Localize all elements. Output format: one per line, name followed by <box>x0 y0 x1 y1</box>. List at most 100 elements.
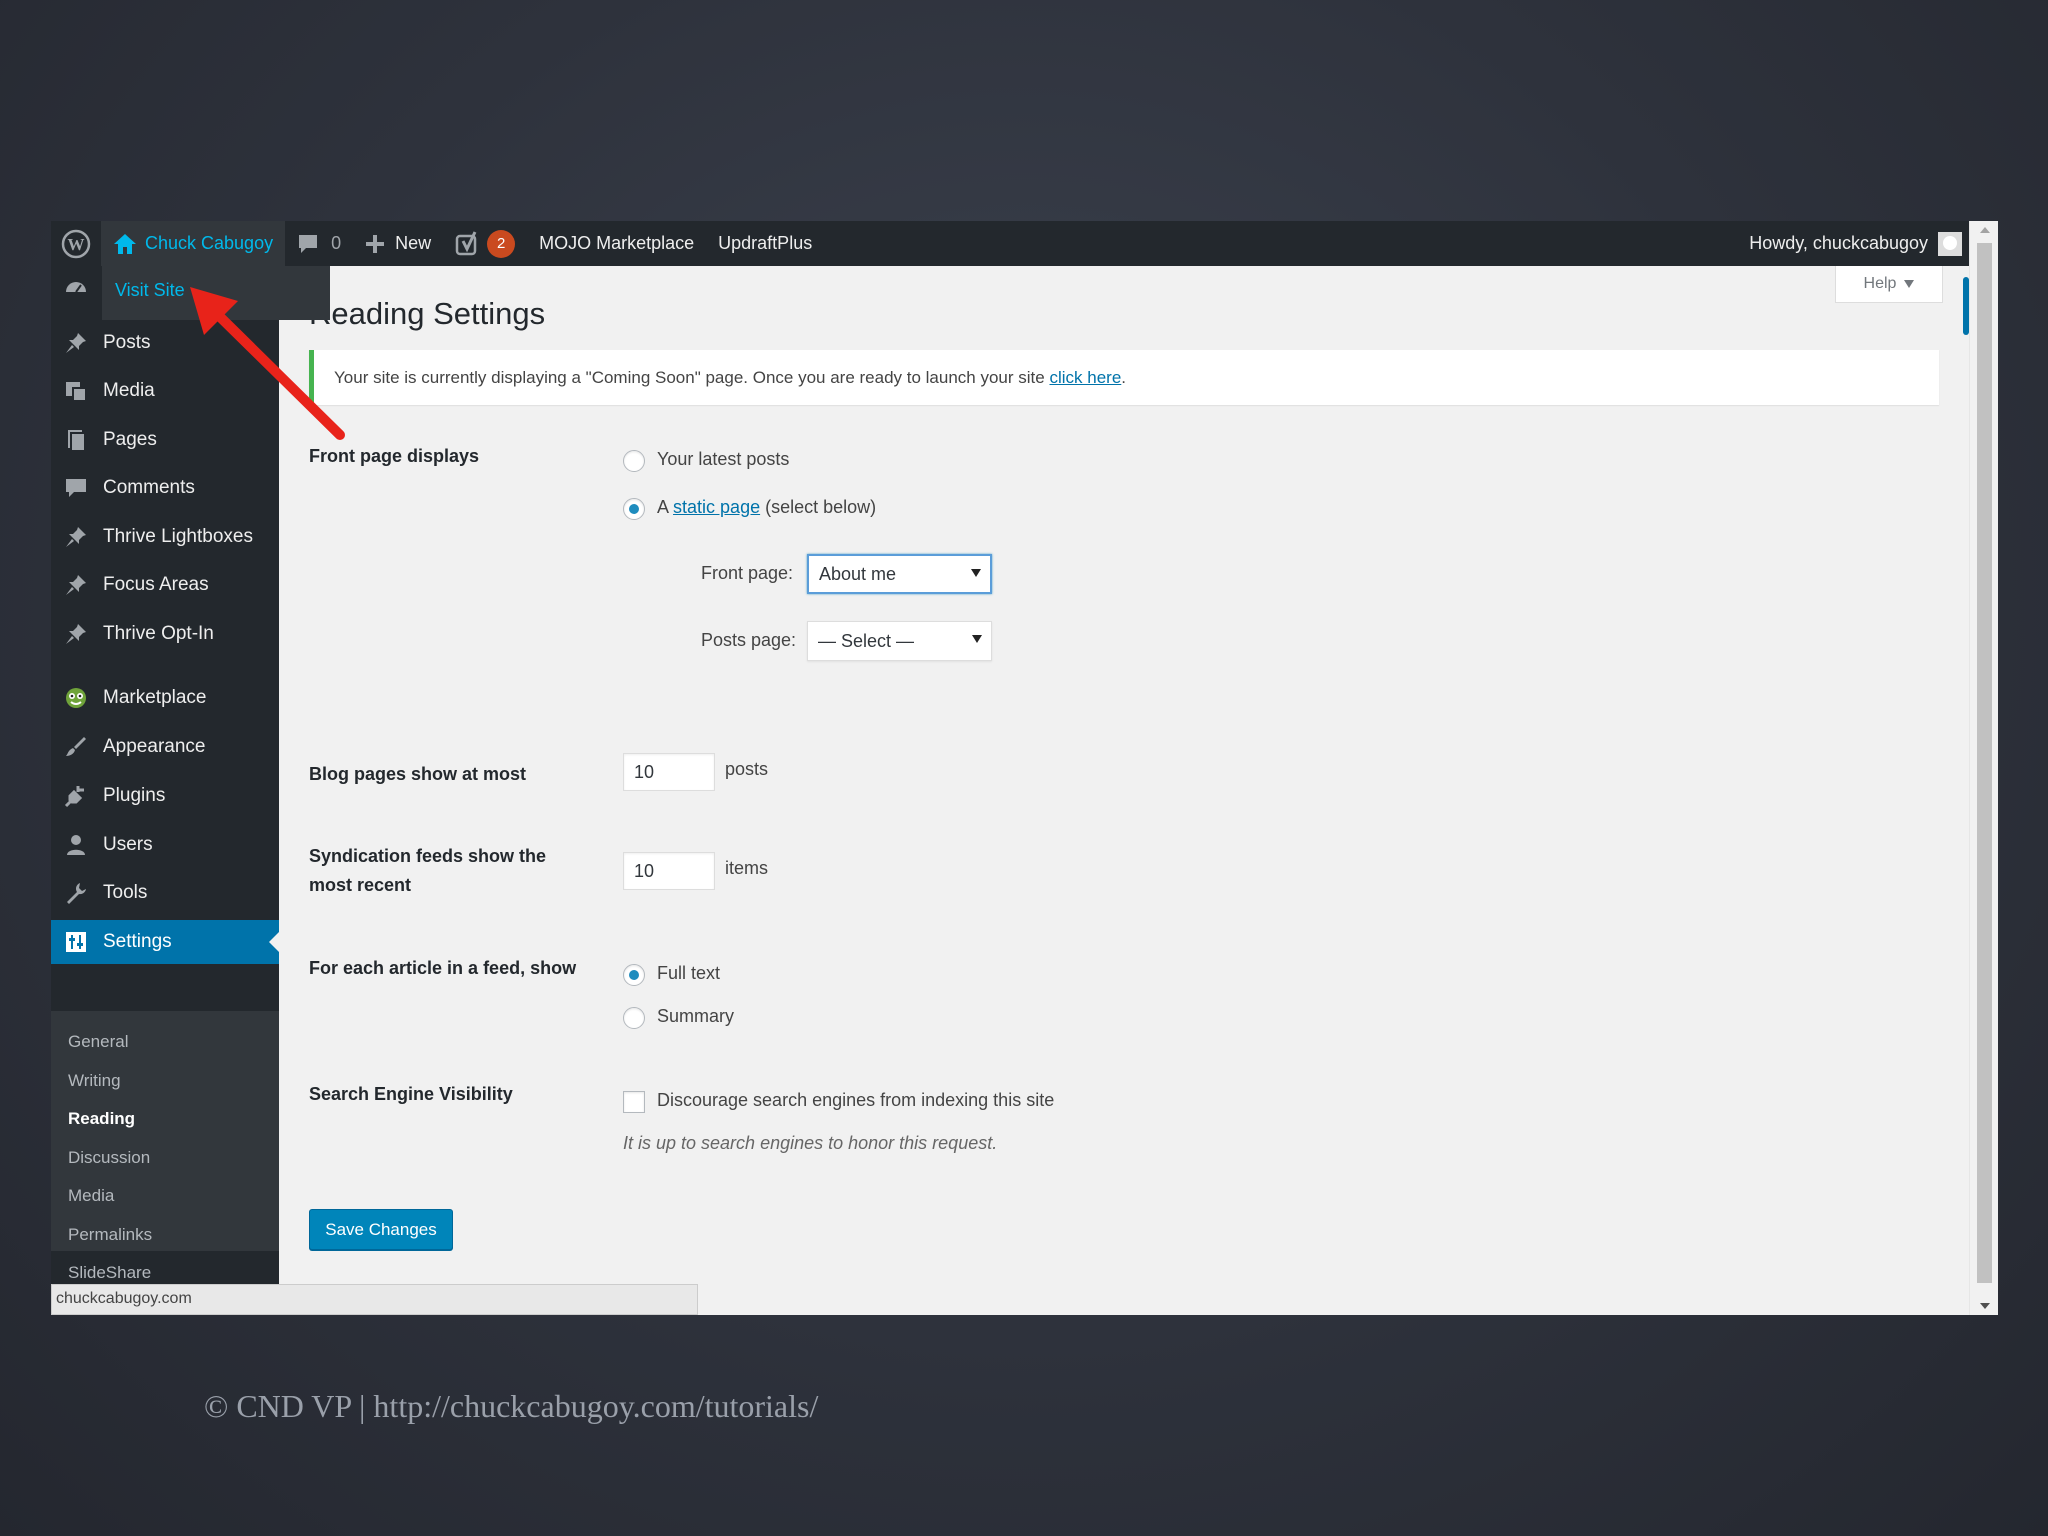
help-label: Help <box>1863 275 1897 292</box>
comments-count: 0 <box>331 233 342 253</box>
submenu-reading[interactable]: Reading <box>68 1109 135 1129</box>
settings-icon <box>63 929 89 955</box>
search-visibility-label: Search Engine Visibility <box>309 1084 513 1104</box>
pin-icon <box>63 572 89 598</box>
submenu-writing[interactable]: Writing <box>68 1071 121 1091</box>
settings-submenu: General Writing Reading Discussion Media… <box>51 1011 279 1282</box>
posts-page-select[interactable]: — Select — <box>807 621 992 661</box>
site-name: Chuck Cabugoy <box>145 233 274 253</box>
comments-icon <box>63 475 89 501</box>
sidebar-item-marketplace[interactable]: Marketplace <box>51 676 279 720</box>
discourage-search-label: Discourage search engines from indexing … <box>657 1090 1055 1110</box>
sidebar-item-label: Users <box>103 834 153 855</box>
sidebar-item-label: Comments <box>103 477 195 498</box>
sidebar-item-label: Thrive Opt-In <box>103 623 214 644</box>
main-content: Help Reading Settings Your site is curre… <box>279 266 1969 1315</box>
yoast-menu[interactable]: 2 <box>443 221 527 266</box>
tools-icon <box>63 880 89 906</box>
radio-summary-label: Summary <box>657 1006 735 1026</box>
comments-menu[interactable]: 0 <box>285 221 353 266</box>
pages-icon <box>63 427 89 453</box>
sidebar-item-label: Posts <box>103 332 151 353</box>
wordpress-logo-icon[interactable]: W <box>51 221 101 266</box>
radio-summary[interactable] <box>623 1007 645 1029</box>
notice-end: . <box>1121 367 1127 387</box>
updraftplus-menu[interactable]: UpdraftPlus <box>706 221 824 266</box>
marketplace-icon <box>63 685 89 711</box>
discourage-note: It is up to search engines to honor this… <box>623 1133 998 1153</box>
notice-link[interactable]: click here <box>1049 368 1121 388</box>
sidebar-item-label: Focus Areas <box>103 574 209 595</box>
front-page-select-label: Front page: <box>701 563 794 583</box>
sidebar-item-plugins[interactable]: Plugins <box>51 774 279 818</box>
discourage-search-checkbox[interactable] <box>623 1091 645 1113</box>
static-prefix: A <box>657 497 669 517</box>
posts-page-select-label: Posts page: <box>701 630 797 650</box>
notification-badge: 2 <box>487 229 516 258</box>
radio-static-page-label: A static page (select below) <box>657 497 876 518</box>
syndication-label-line-1: Syndication feeds show the <box>309 846 547 866</box>
account-menu[interactable]: Howdy, chuckcabugoy <box>1749 231 1998 256</box>
scroll-up-arrow-icon[interactable] <box>1980 227 1990 233</box>
mojo-marketplace-menu[interactable]: MOJO Marketplace <box>527 221 706 266</box>
scroll-thumb[interactable] <box>1977 243 1992 1283</box>
pin-icon <box>63 621 89 647</box>
sidebar-item-tools[interactable]: Tools <box>51 871 279 915</box>
submenu-slideshare[interactable]: SlideShare <box>68 1263 151 1283</box>
radio-full-text[interactable] <box>623 964 645 986</box>
status-url: chuckcabugoy.com <box>56 1290 192 1307</box>
help-tab[interactable]: Help <box>1835 266 1943 303</box>
admin-bar: W Chuck Cabugoy 0 New 2 MOJO Marketplace… <box>51 221 1998 266</box>
caret-down-icon <box>1904 280 1915 288</box>
new-label: New <box>395 233 432 253</box>
chevron-down-icon <box>971 569 981 577</box>
submenu-permalinks[interactable]: Permalinks <box>68 1225 152 1245</box>
chevron-down-icon <box>972 635 982 643</box>
sidebar-item-comments[interactable]: Comments <box>51 466 279 510</box>
posts-page-select-value: — Select — <box>818 630 915 651</box>
submenu-general[interactable]: General <box>68 1032 128 1052</box>
pin-icon <box>63 524 89 550</box>
comment-bubble-icon <box>299 234 318 253</box>
notice-text: Your site is currently displaying a "Com… <box>334 367 1045 387</box>
submenu-media[interactable]: Media <box>68 1186 114 1206</box>
dashboard-icon <box>63 275 89 301</box>
front-page-select[interactable]: About me <box>807 554 992 594</box>
appearance-icon <box>63 734 89 760</box>
save-changes-button[interactable]: Save Changes <box>309 1209 453 1250</box>
front-page-select-value: About me <box>819 563 897 584</box>
sidebar-item-thrive-opt-in[interactable]: Thrive Opt-In <box>51 612 279 656</box>
sidebar-item-settings[interactable]: Settings <box>51 920 279 964</box>
annotation-arrow-icon <box>190 287 345 440</box>
sidebar-item-thrive-lightboxes[interactable]: Thrive Lightboxes <box>51 515 279 559</box>
site-name-menu[interactable]: Chuck Cabugoy <box>101 221 286 266</box>
sidebar-item-label: Pages <box>103 429 157 450</box>
scrollbar[interactable] <box>1969 221 1998 1315</box>
sidebar-item-label: Plugins <box>103 785 166 806</box>
sidebar-item-focus-areas[interactable]: Focus Areas <box>51 563 279 607</box>
sidebar-item-users[interactable]: Users <box>51 823 279 867</box>
radio-latest-posts[interactable] <box>623 450 645 472</box>
home-icon <box>114 233 136 254</box>
new-content-menu[interactable]: New <box>353 221 443 266</box>
scroll-down-arrow-icon[interactable] <box>1980 1303 1990 1309</box>
posts-per-rss-input[interactable]: 10 <box>623 852 715 890</box>
syndication-label-line-2: most recent <box>309 875 412 895</box>
users-icon <box>63 832 89 858</box>
sidebar-item-label: Settings <box>103 931 172 952</box>
svg-text:W: W <box>68 235 85 254</box>
sidebar-item-label: Appearance <box>103 736 206 757</box>
static-page-link[interactable]: static page <box>673 497 760 517</box>
pin-icon <box>63 330 89 356</box>
visit-site-link[interactable]: Visit Site <box>115 280 185 300</box>
sidebar-item-label: Tools <box>103 882 148 903</box>
radio-latest-posts-label: Your latest posts <box>657 449 790 469</box>
sidebar-item-appearance[interactable]: Appearance <box>51 725 279 769</box>
blog-pages-label: Blog pages show at most <box>309 764 527 784</box>
submenu-discussion[interactable]: Discussion <box>68 1148 150 1168</box>
plus-icon <box>366 234 385 253</box>
posts-per-page-input[interactable]: 10 <box>623 753 715 791</box>
static-suffix: (select below) <box>765 497 877 517</box>
radio-static-page[interactable] <box>623 498 645 520</box>
coming-soon-notice: Your site is currently displaying a "Com… <box>309 350 1939 405</box>
